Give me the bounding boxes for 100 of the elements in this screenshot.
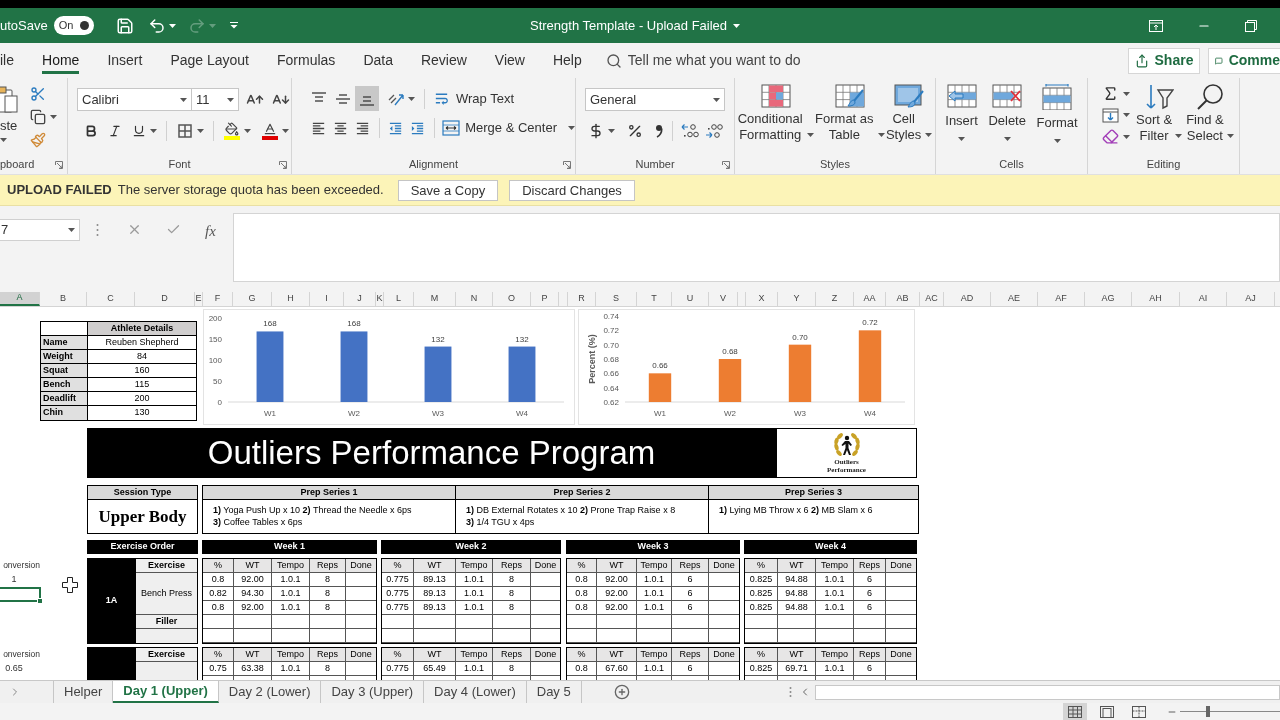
ribbon-tab[interactable]: View <box>480 43 539 78</box>
caret-icon[interactable] <box>958 137 966 141</box>
caret-icon[interactable] <box>1003 137 1011 141</box>
paste-button[interactable]: ste <box>0 85 20 148</box>
comments-button[interactable]: Comme <box>1208 47 1280 74</box>
borders-icon[interactable] <box>176 122 194 140</box>
caret-icon[interactable] <box>150 129 157 133</box>
add-sheet-icon[interactable] <box>613 684 630 700</box>
column-header[interactable]: C <box>87 292 135 306</box>
normal-view-icon[interactable] <box>1068 705 1082 718</box>
column-header[interactable]: AH <box>1132 292 1180 306</box>
ribbon-display-icon[interactable] <box>1149 19 1163 32</box>
styles-button[interactable]: Conditional Formatting <box>737 84 814 143</box>
dollar-icon[interactable] <box>588 123 604 139</box>
column-header[interactable]: Z <box>816 292 854 306</box>
sheet-tab[interactable]: Day 1 (Upper) <box>113 681 219 703</box>
caret-icon[interactable] <box>1123 91 1130 96</box>
column-header[interactable]: AF <box>1038 292 1085 306</box>
column-header[interactable]: B <box>40 292 87 306</box>
merge-center-button[interactable]: Merge & Center <box>442 118 575 138</box>
caret-icon[interactable] <box>244 129 251 133</box>
caret-icon[interactable] <box>713 97 720 102</box>
save-icon[interactable] <box>115 16 134 35</box>
copy-icon[interactable] <box>30 109 46 125</box>
table-brush-icon[interactable] <box>834 84 865 108</box>
magnifier-icon[interactable] <box>1195 83 1224 111</box>
undo-icon[interactable] <box>147 16 166 35</box>
caret-icon[interactable] <box>227 97 234 102</box>
editing-button[interactable]: Sort & Filter <box>1136 83 1183 145</box>
ribbon-tab[interactable]: Home <box>28 43 94 78</box>
format-cells-icon[interactable] <box>1042 84 1073 110</box>
ribbon-tab[interactable]: Formulas <box>263 43 350 78</box>
autosave-toggle[interactable]: On <box>53 16 94 35</box>
ribbon-tab[interactable]: Insert <box>93 43 157 78</box>
bold-icon[interactable] <box>84 124 98 138</box>
dialog-launcher-icon[interactable] <box>279 160 287 169</box>
column-header[interactable]: AC <box>920 292 944 306</box>
ribbon-tab[interactable]: Page Layout <box>156 43 263 78</box>
formula-input[interactable] <box>233 213 1280 282</box>
caret-icon[interactable] <box>1226 134 1234 138</box>
fill-down-icon[interactable] <box>1102 107 1119 123</box>
column-header[interactable]: K <box>376 292 384 306</box>
caret-icon[interactable] <box>608 129 615 133</box>
caret-icon[interactable] <box>0 138 7 142</box>
fill-handle-icon[interactable] <box>37 598 43 604</box>
customize-toolbar-icon[interactable] <box>229 22 238 29</box>
caret-icon[interactable] <box>733 23 741 28</box>
column-header[interactable]: AD <box>944 292 991 306</box>
column-header[interactable]: AJ <box>1227 292 1275 306</box>
column-header[interactable]: P <box>531 292 559 306</box>
search-icon[interactable] <box>605 52 622 69</box>
column-header[interactable]: A <box>0 292 40 306</box>
font-name-field[interactable]: Calibri <box>77 88 192 111</box>
column-header[interactable]: E <box>195 292 203 306</box>
conditional-formatting-icon[interactable] <box>760 84 791 108</box>
active-cell[interactable] <box>0 587 41 602</box>
wrap-text-button[interactable]: Wrap Text <box>433 88 515 109</box>
increase-decimal-icon[interactable] <box>681 122 699 140</box>
column-header[interactable]: N <box>456 292 493 306</box>
styles-button[interactable]: Format as Table <box>815 84 885 143</box>
caret-icon[interactable] <box>50 115 57 119</box>
column-header[interactable]: AI <box>1180 292 1227 306</box>
eraser-icon[interactable] <box>1102 128 1119 145</box>
caret-icon[interactable] <box>1123 134 1130 139</box>
paintbrush-icon[interactable] <box>30 132 46 148</box>
decrease-decimal-icon[interactable] <box>705 122 723 140</box>
font-size-field[interactable]: 11 <box>192 88 239 111</box>
column-header[interactable]: O <box>493 292 531 306</box>
caret-icon[interactable] <box>68 228 75 232</box>
cell-brush-icon[interactable] <box>894 84 925 108</box>
cells-button[interactable]: Insert <box>945 84 978 143</box>
column-header[interactable]: T <box>637 292 672 306</box>
column-header[interactable]: AB <box>886 292 920 306</box>
cells-button[interactable]: Delete <box>988 84 1026 143</box>
caret-icon[interactable] <box>168 23 176 28</box>
scissors-icon[interactable] <box>30 86 46 102</box>
restore-icon[interactable] <box>1245 19 1257 32</box>
view-button[interactable] <box>1063 703 1087 720</box>
percent-icon[interactable] <box>627 123 643 139</box>
column-header[interactable]: Y <box>778 292 816 306</box>
dialog-launcher-icon[interactable] <box>722 160 730 169</box>
caret-icon[interactable] <box>408 96 415 101</box>
caret-icon[interactable] <box>1123 113 1130 117</box>
insert-function-button[interactable]: fx <box>205 220 216 243</box>
tell-me-field[interactable]: Tell me what you want to do <box>627 50 833 71</box>
column-header[interactable]: H <box>272 292 310 306</box>
ribbon-tab[interactable]: Help <box>538 43 596 78</box>
caret-icon[interactable] <box>925 133 933 137</box>
paint-bucket-icon[interactable] <box>223 122 241 140</box>
caret-icon[interactable] <box>877 133 885 137</box>
slider-thumb[interactable] <box>1206 706 1210 717</box>
insert-cells-icon[interactable] <box>946 84 977 108</box>
column-header[interactable]: M <box>414 292 456 306</box>
column-header[interactable]: R <box>568 292 596 306</box>
zoom-slider[interactable] <box>1180 703 1280 720</box>
vertical-dots-icon[interactable] <box>789 686 792 698</box>
cells-button[interactable]: Format <box>1036 84 1078 143</box>
sort-filter-icon[interactable] <box>1144 83 1175 111</box>
text-color-icon[interactable] <box>261 122 279 140</box>
column-header[interactable]: I <box>310 292 344 306</box>
